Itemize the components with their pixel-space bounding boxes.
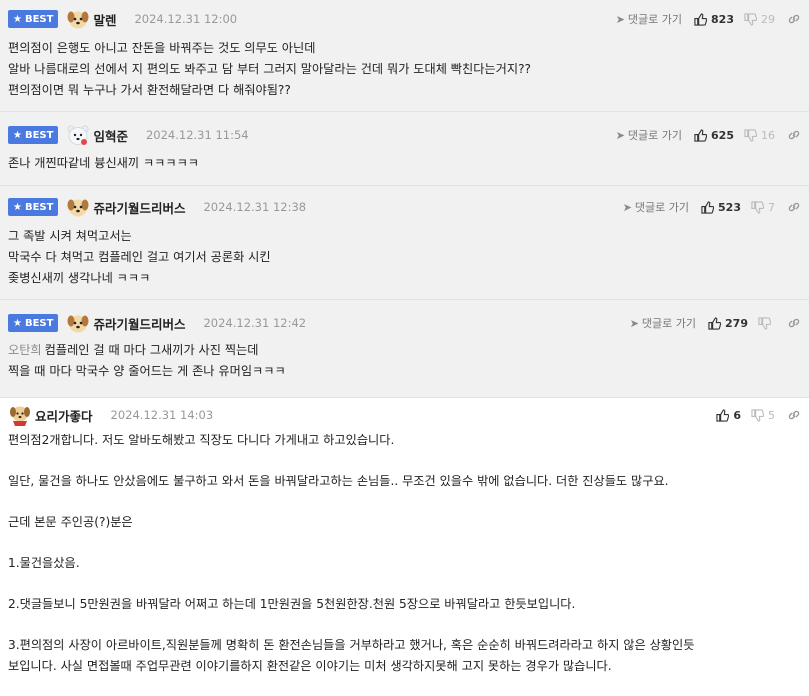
comment-actions: ➤ 댓글로 가기 625 16 [616, 124, 801, 146]
link-icon[interactable] [787, 128, 801, 142]
downvote-button[interactable]: 29 [744, 13, 775, 26]
downvote-button[interactable]: 5 [751, 409, 775, 422]
star-icon: ★ [13, 129, 22, 141]
best-comment: ★ BEST 쥬라기월드리버스 2024.12.31 12:42 ➤ 댓글로 가기 … [0, 300, 809, 398]
comment-date: 2024.12.31 14:03 [110, 408, 214, 422]
thumbs-down-icon [758, 316, 771, 330]
comment-body: 오탄희 컴플레인 걸 때 마다 그새끼가 사진 찍는데 찍을 때 마다 막국수 양… [8, 343, 286, 378]
nickname[interactable]: 쥬라기월드리버스 [93, 314, 185, 333]
comment-header: ★ BEST 쥬라기월드리버스 2024.12.31 12:38 ➤ 댓글로 가기 … [8, 196, 801, 218]
thumbs-up-icon [694, 128, 708, 142]
best-comment: ★ BEST 쥬라기월드리버스 2024.12.31 12:38 ➤ 댓글로 가기 … [0, 186, 809, 300]
downvote-button[interactable] [758, 316, 775, 330]
upvote-button[interactable]: 523 [701, 201, 741, 214]
thumbs-down-icon [751, 200, 764, 214]
comment-actions: ➤ 댓글로 가기 823 29 [616, 8, 801, 30]
reply-arrow-icon: ➤ [615, 128, 625, 142]
thumbs-down-icon [744, 12, 757, 26]
thumbs-up-icon [708, 316, 722, 330]
comment-date: 2024.12.31 12:00 [134, 12, 238, 26]
best-badge: ★ BEST [8, 10, 59, 28]
best-comment: ★ BEST 임혁준 2024.12.31 11:54 ➤ 댓글로 가기 625 1… [0, 112, 809, 186]
nickname[interactable]: 쥬라기월드리버스 [93, 198, 185, 217]
link-icon[interactable] [787, 200, 801, 214]
downvote-button[interactable]: 7 [751, 201, 775, 214]
reply-arrow-icon: ➤ [615, 12, 625, 26]
go-to-reply-link[interactable]: ➤ 댓글로 가기 [630, 315, 696, 331]
comment-header: ★ BEST 쥬라기월드리버스 2024.12.31 12:42 ➤ 댓글로 가기 … [8, 312, 801, 334]
best-comment: ★ BEST 말렌 2024.12.31 12:00 ➤ 댓글로 가기 823 29… [0, 0, 809, 112]
comment-actions: 6 5 [716, 404, 801, 426]
link-icon[interactable] [787, 316, 801, 330]
nickname[interactable]: 요리가좋다 [35, 406, 93, 425]
comment-header: ★ BEST 말렌 2024.12.31 12:00 ➤ 댓글로 가기 823 29 [8, 8, 801, 30]
nickname[interactable]: 임혁준 [93, 126, 128, 145]
reply-arrow-icon: ➤ [629, 316, 639, 330]
upvote-button[interactable]: 279 [708, 317, 748, 330]
thumbs-down-icon [751, 408, 764, 422]
best-badge: ★ BEST [8, 126, 59, 144]
comment-body: 그 족발 시켜 쳐먹고서는 막국수 다 쳐먹고 컴플레인 걸고 여기서 공론화 … [8, 229, 271, 285]
puppy-avatar-icon [67, 199, 89, 217]
best-badge: ★ BEST [8, 198, 59, 216]
downvote-button[interactable]: 16 [744, 129, 775, 142]
reply-arrow-icon: ➤ [622, 200, 632, 214]
upvote-button[interactable]: 6 [716, 409, 741, 422]
go-to-reply-link[interactable]: ➤ 댓글로 가기 [616, 11, 682, 27]
dog-cook-avatar-icon [10, 406, 30, 426]
comment-header: 요리가좋다 2024.12.31 14:03 6 5 [8, 404, 801, 426]
nickname[interactable]: 말렌 [93, 10, 116, 29]
best-badge: ★ BEST [8, 314, 59, 332]
link-icon[interactable] [787, 408, 801, 422]
polar-bear-avatar-icon [67, 125, 89, 145]
comment-body: 편의점2개합니다. 저도 알바도해봤고 직장도 다니다 가게내고 하고있습니다.… [8, 433, 695, 673]
comment-body: 존나 개찐따같네 븅신새끼 ㅋㅋㅋㅋㅋ [8, 156, 200, 170]
link-icon[interactable] [787, 12, 801, 26]
thumbs-down-icon [744, 128, 757, 142]
mention-tag[interactable]: 오탄희 [8, 343, 42, 357]
comment-actions: ➤ 댓글로 가기 279 [630, 312, 801, 334]
thumbs-up-icon [694, 12, 708, 26]
go-to-reply-link[interactable]: ➤ 댓글로 가기 [616, 127, 682, 143]
star-icon: ★ [13, 201, 22, 213]
puppy-avatar-icon [67, 315, 89, 333]
comment: 요리가좋다 2024.12.31 14:03 6 5 편의점2개합니다. 저도 … [0, 398, 809, 696]
comment-date: 2024.12.31 12:42 [203, 316, 307, 330]
star-icon: ★ [13, 13, 22, 25]
comment-date: 2024.12.31 11:54 [145, 128, 249, 142]
thumbs-up-icon [716, 408, 730, 422]
star-icon: ★ [13, 317, 22, 329]
puppy-avatar-icon [67, 11, 89, 29]
thumbs-up-icon [701, 200, 715, 214]
upvote-button[interactable]: 823 [694, 13, 734, 26]
comment-body: 편의점이 은행도 아니고 잔돈을 바꿔주는 것도 의무도 아닌데 알바 나름대로… [8, 41, 532, 97]
comment-date: 2024.12.31 12:38 [203, 200, 307, 214]
comment-header: ★ BEST 임혁준 2024.12.31 11:54 ➤ 댓글로 가기 625 1… [8, 124, 801, 146]
comment-actions: ➤ 댓글로 가기 523 7 [623, 196, 801, 218]
go-to-reply-link[interactable]: ➤ 댓글로 가기 [623, 199, 689, 215]
upvote-button[interactable]: 625 [694, 129, 734, 142]
